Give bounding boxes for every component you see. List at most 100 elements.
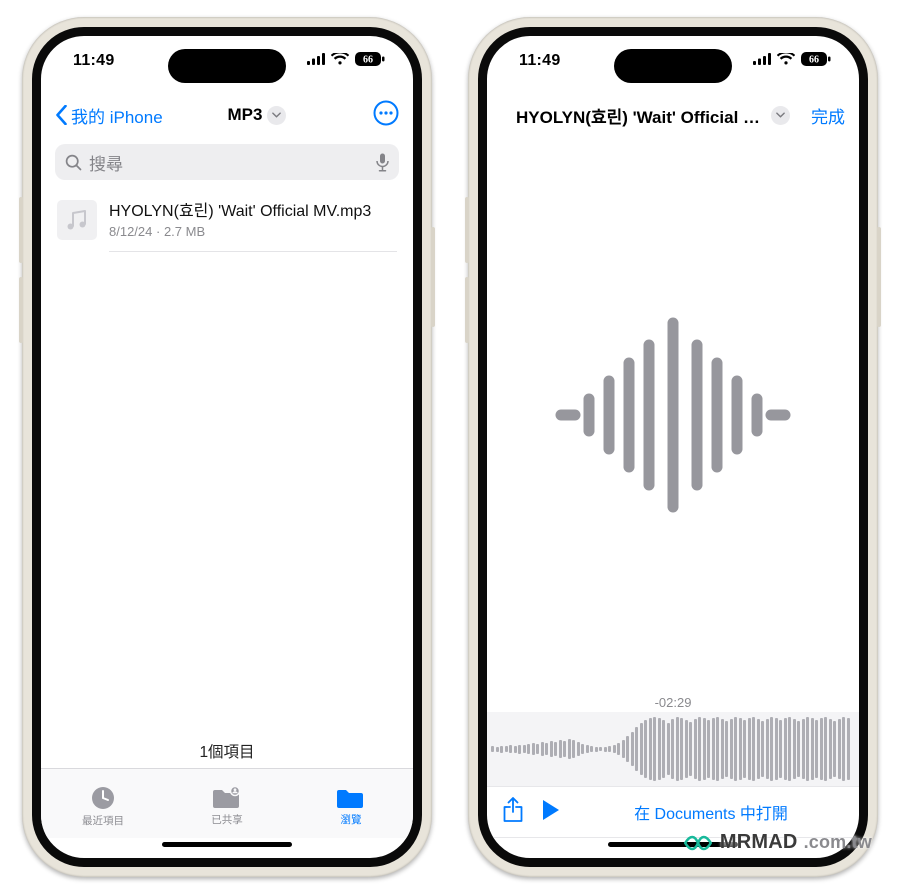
waveform-bar (599, 747, 602, 751)
item-count: 1個項目 (41, 732, 413, 768)
waveform-bar (707, 720, 710, 778)
clock-icon (90, 785, 116, 811)
waveform-bar (514, 746, 517, 753)
waveform-bar (757, 719, 760, 779)
waveform-bar (716, 717, 719, 781)
search-placeholder: 搜尋 (89, 150, 369, 175)
waveform-bar (577, 742, 580, 756)
page-title: MP3 (228, 105, 263, 125)
cellular-signal-icon (753, 53, 771, 65)
waveform-bar (748, 718, 751, 780)
waveform-bar (847, 718, 850, 780)
waveform-bar (631, 732, 634, 766)
waveform-bar (694, 719, 697, 779)
waveform-bar (671, 719, 674, 779)
waveform-bar (815, 720, 818, 778)
folder-person-icon (212, 786, 242, 810)
waveform-bar (784, 718, 787, 780)
battery-icon: 66 (801, 52, 831, 66)
tab-browse[interactable]: 瀏覽 (306, 786, 396, 827)
microphone-icon[interactable] (376, 153, 389, 172)
waveform-bar (545, 743, 548, 755)
more-button[interactable] (373, 100, 399, 131)
waveform-bar (685, 720, 688, 778)
waveform-bar (559, 740, 562, 758)
waveform-bar (829, 719, 832, 779)
waveform-bar (725, 721, 728, 777)
waveform-bar (649, 718, 652, 780)
waveform-bar (712, 718, 715, 780)
waveform-bar (523, 745, 526, 753)
waveform-bar (509, 745, 512, 753)
waveform-bar (820, 718, 823, 780)
play-button[interactable] (541, 798, 561, 827)
nav-title-group[interactable]: HYOLYN(효린) 'Wait' Official MV (516, 103, 790, 128)
waveform-bar (775, 718, 778, 780)
home-indicator[interactable] (41, 838, 413, 858)
wifi-icon (777, 53, 795, 65)
cellular-signal-icon (307, 53, 325, 65)
screen-left: 11:49 66 我的 iPhone MP3 (32, 27, 422, 867)
waveform-bar (662, 720, 665, 778)
done-button[interactable]: 完成 (811, 103, 845, 128)
status-time: 11:49 (519, 52, 561, 70)
waveform-bar (608, 746, 611, 752)
waveform-bar (743, 720, 746, 778)
waveform-icon (543, 315, 803, 515)
share-button[interactable] (503, 797, 523, 828)
nav-bar: 我的 iPhone MP3 (41, 92, 413, 138)
music-file-icon (57, 200, 97, 240)
watermark-logo-icon (682, 833, 714, 853)
waveform-bar (500, 746, 503, 753)
waveform-bar (635, 727, 638, 771)
chevron-left-icon (55, 105, 68, 125)
waveform-bar (833, 721, 836, 777)
waveform-bar (689, 722, 692, 776)
tab-label: 瀏覽 (341, 812, 362, 827)
waveform-bar (572, 740, 575, 758)
waveform-bar (653, 717, 656, 781)
phone-frame-left: 11:49 66 我的 iPhone MP3 (22, 17, 432, 877)
waveform-bar (563, 741, 566, 757)
waveform-bar (505, 746, 508, 752)
file-list: HYOLYN(효린) 'Wait' Official MV.mp3 8/12/2… (41, 190, 413, 732)
waveform-bar (806, 717, 809, 781)
wifi-icon (331, 53, 349, 65)
waveform-bar (491, 746, 494, 752)
waveform-bar (770, 717, 773, 781)
waveform-bar (680, 718, 683, 780)
back-button[interactable]: 我的 iPhone (55, 103, 165, 128)
tab-bar: 最近項目 已共享 瀏覽 (41, 768, 413, 838)
screen-right: 11:49 66 HYOLYN(효린) 'Wait' Official MV 完… (478, 27, 868, 867)
waveform-bar (793, 719, 796, 779)
tab-label: 最近項目 (82, 813, 124, 828)
waveform-bar (604, 747, 607, 752)
svg-text:66: 66 (363, 55, 373, 66)
tab-label: 已共享 (211, 812, 243, 827)
search-input[interactable]: 搜尋 (55, 144, 399, 180)
waveform-bar (554, 742, 557, 756)
waveform-bar (658, 718, 661, 780)
waveform-bar (518, 745, 521, 754)
waveform-bar (581, 744, 584, 754)
list-item[interactable]: HYOLYN(효린) 'Wait' Official MV.mp3 8/12/2… (55, 190, 399, 262)
play-icon (541, 798, 561, 822)
nav-title-group[interactable]: MP3 (228, 105, 287, 125)
waveform-scrubber[interactable] (487, 712, 859, 786)
tab-recents[interactable]: 最近項目 (58, 785, 148, 828)
search-icon (65, 154, 82, 171)
tab-shared[interactable]: 已共享 (182, 786, 272, 827)
waveform-bar (667, 723, 670, 775)
waveform-bar (779, 720, 782, 778)
dynamic-island (168, 49, 286, 83)
open-in-button[interactable]: 在 Documents 中打開 (579, 800, 843, 824)
waveform-bar (721, 719, 724, 779)
battery-icon: 66 (355, 52, 385, 66)
waveform-bar (761, 721, 764, 777)
waveform-bar (568, 739, 571, 759)
watermark-suffix: .com.tw (804, 832, 872, 853)
waveform-bar (640, 723, 643, 775)
waveform-bar (613, 745, 616, 753)
waveform-bar (626, 736, 629, 762)
nav-bar: HYOLYN(효린) 'Wait' Official MV 完成 (487, 92, 859, 138)
